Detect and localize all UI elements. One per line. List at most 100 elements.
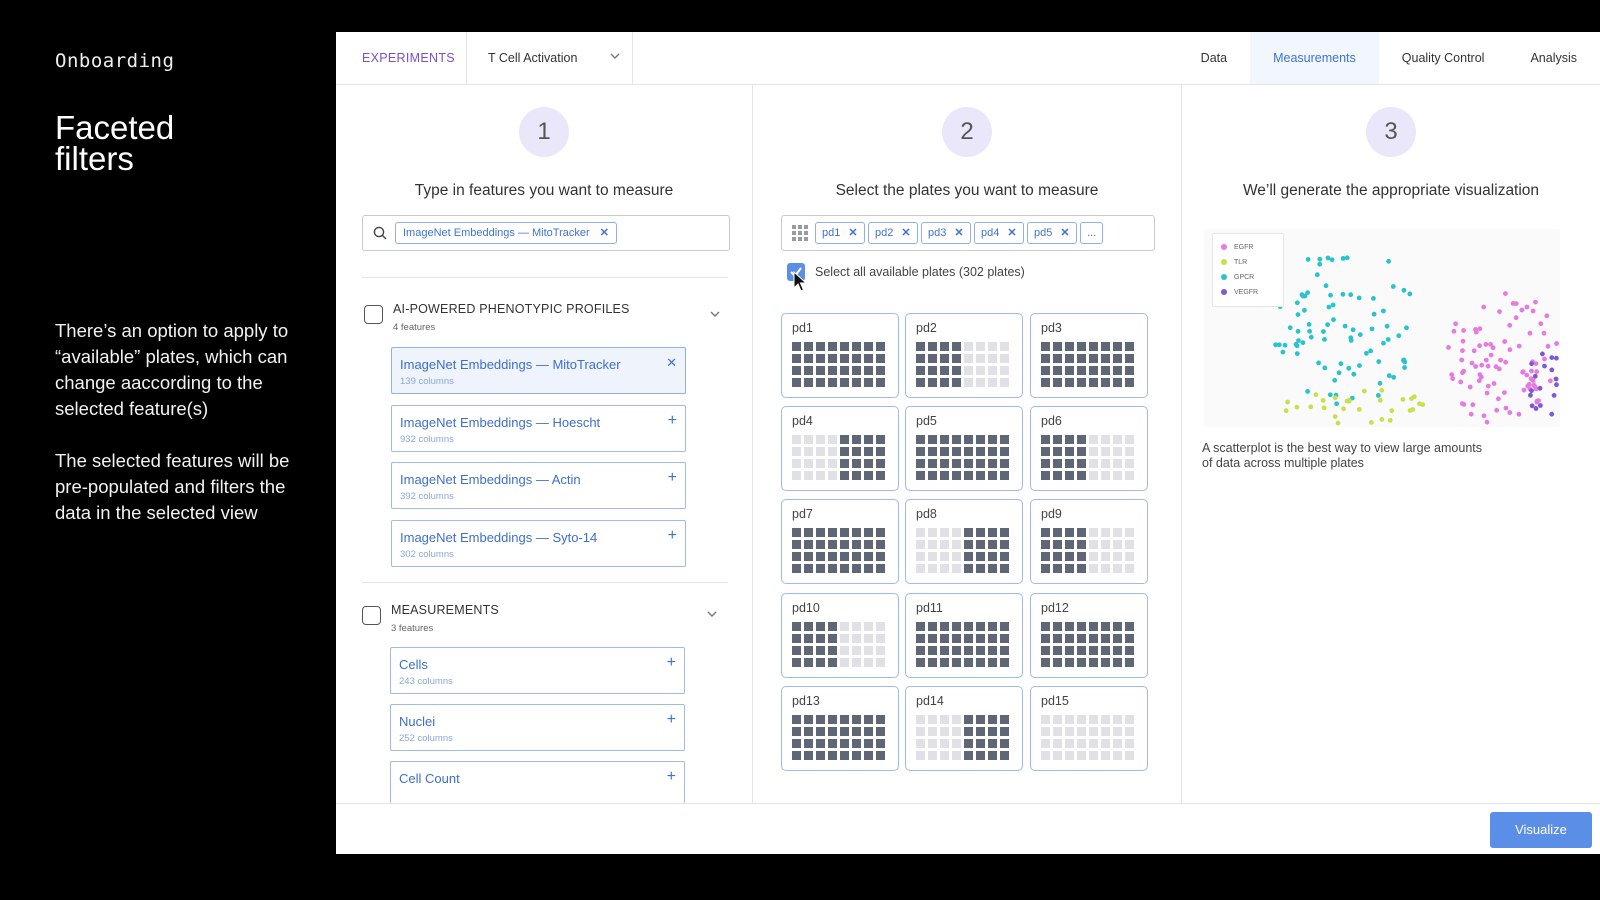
feature-item[interactable]: Cell Count + bbox=[390, 761, 685, 808]
plate-well bbox=[1113, 739, 1122, 748]
plate-well bbox=[1077, 564, 1086, 573]
plate-chip[interactable]: pd2 ✕ bbox=[868, 222, 918, 244]
plate-well bbox=[916, 447, 925, 456]
scatter-point bbox=[1341, 406, 1346, 412]
plate-well bbox=[864, 528, 873, 537]
plate-card-pd7[interactable]: pd7 bbox=[781, 499, 899, 584]
add-icon[interactable]: + bbox=[667, 711, 676, 729]
plate-well bbox=[876, 342, 885, 351]
feature-item[interactable]: Nuclei 252 columns + bbox=[390, 704, 685, 751]
plate-well bbox=[1077, 528, 1086, 537]
add-icon[interactable]: + bbox=[667, 768, 676, 786]
breadcrumb-experiments[interactable]: EXPERIMENTS bbox=[362, 32, 455, 84]
scatter-point bbox=[1377, 397, 1383, 403]
plate-card-pd14[interactable]: pd14 bbox=[905, 686, 1023, 771]
plate-chip[interactable]: pd3 ✕ bbox=[921, 222, 971, 244]
more-chips[interactable]: ... bbox=[1080, 222, 1104, 244]
plate-card-pd6[interactable]: pd6 bbox=[1030, 406, 1148, 491]
scatter-point bbox=[1325, 322, 1330, 328]
visualize-button[interactable]: Visualize bbox=[1490, 812, 1592, 848]
remove-icon[interactable]: ✕ bbox=[666, 355, 677, 371]
plate-wells bbox=[916, 528, 1009, 573]
plate-well bbox=[916, 459, 925, 468]
scatter-point bbox=[1313, 392, 1319, 398]
search-chip[interactable]: ImageNet Embeddings — MitoTracker ✕ bbox=[395, 222, 617, 244]
experiment-dropdown[interactable]: T Cell Activation bbox=[466, 32, 632, 84]
feature-item[interactable]: Cells 243 columns + bbox=[390, 647, 685, 694]
remove-chip-icon[interactable]: ✕ bbox=[600, 227, 609, 239]
feature-search-input[interactable]: ImageNet Embeddings — MitoTracker ✕ bbox=[362, 215, 730, 251]
scatter-point bbox=[1391, 374, 1397, 380]
plate-well bbox=[804, 727, 813, 736]
plate-card-pd15[interactable]: pd15 bbox=[1030, 686, 1148, 771]
remove-chip-icon[interactable]: ✕ bbox=[848, 227, 857, 239]
plate-card-pd5[interactable]: pd5 bbox=[905, 406, 1023, 491]
scatter-point bbox=[1386, 258, 1391, 264]
plate-card-pd12[interactable]: pd12 bbox=[1030, 593, 1148, 678]
plate-well bbox=[792, 540, 801, 549]
scatter-point bbox=[1538, 321, 1544, 327]
scatter-point bbox=[1491, 381, 1497, 386]
chevron-down-icon[interactable] bbox=[705, 607, 719, 621]
plate-well bbox=[840, 634, 849, 643]
tab-quality-control[interactable]: Quality Control bbox=[1379, 32, 1508, 84]
chevron-down-icon[interactable] bbox=[708, 307, 722, 321]
plate-well bbox=[1065, 435, 1074, 444]
plate-card-pd10[interactable]: pd10 bbox=[781, 593, 899, 678]
plate-chip[interactable]: pd1 ✕ bbox=[815, 222, 865, 244]
scatter-point bbox=[1477, 372, 1483, 377]
scatter-point bbox=[1410, 407, 1416, 412]
plate-well bbox=[852, 634, 861, 643]
scatter-point bbox=[1300, 340, 1306, 346]
plate-well bbox=[876, 751, 885, 760]
plate-well bbox=[1065, 459, 1074, 468]
feature-item[interactable]: ImageNet Embeddings — Actin 392 columns … bbox=[391, 462, 686, 509]
add-icon[interactable]: + bbox=[668, 469, 677, 487]
tab-measurements[interactable]: Measurements bbox=[1250, 32, 1379, 84]
plate-card-pd13[interactable]: pd13 bbox=[781, 686, 899, 771]
plate-chip[interactable]: pd5 ✕ bbox=[1027, 222, 1077, 244]
plate-well bbox=[804, 715, 813, 724]
plate-card-pd9[interactable]: pd9 bbox=[1030, 499, 1148, 584]
plate-card-pd3[interactable]: pd3 bbox=[1030, 313, 1148, 398]
plate-well bbox=[1041, 459, 1050, 468]
feature-item[interactable]: ImageNet Embeddings — MitoTracker 139 co… bbox=[391, 347, 686, 394]
plate-well bbox=[1000, 552, 1009, 561]
scatter-point bbox=[1407, 291, 1413, 297]
plate-well bbox=[1065, 658, 1074, 667]
remove-chip-icon[interactable]: ✕ bbox=[1060, 227, 1069, 239]
scatter-point bbox=[1460, 348, 1465, 353]
plate-well bbox=[816, 435, 825, 444]
add-icon[interactable]: + bbox=[668, 412, 677, 430]
scatter-point bbox=[1503, 359, 1508, 365]
plate-chip-label: pd2 bbox=[875, 227, 894, 239]
plate-card-pd11[interactable]: pd11 bbox=[905, 593, 1023, 678]
plate-well bbox=[1077, 727, 1086, 736]
remove-chip-icon[interactable]: ✕ bbox=[954, 227, 963, 239]
category-checkbox-ai-profiles[interactable] bbox=[364, 305, 383, 324]
category-checkbox-measurements[interactable] bbox=[362, 606, 381, 625]
feature-item[interactable]: ImageNet Embeddings — Hoescht 932 column… bbox=[391, 405, 686, 452]
remove-chip-icon[interactable]: ✕ bbox=[901, 227, 910, 239]
plate-well bbox=[828, 378, 837, 387]
plate-select-input[interactable]: pd1 ✕ pd2 ✕ pd3 ✕ pd4 ✕ pd5 ✕ ... bbox=[781, 215, 1155, 251]
plate-well bbox=[1000, 528, 1009, 537]
plate-well bbox=[1065, 564, 1074, 573]
add-icon[interactable]: + bbox=[668, 527, 677, 545]
plate-card-pd8[interactable]: pd8 bbox=[905, 499, 1023, 584]
scatter-point bbox=[1329, 257, 1335, 263]
remove-chip-icon[interactable]: ✕ bbox=[1007, 227, 1016, 239]
tab-analysis[interactable]: Analysis bbox=[1507, 32, 1600, 84]
add-icon[interactable]: + bbox=[667, 654, 676, 672]
feature-name: ImageNet Embeddings — MitoTracker bbox=[400, 357, 621, 372]
plate-card-pd2[interactable]: pd2 bbox=[905, 313, 1023, 398]
scatter-point bbox=[1357, 332, 1363, 338]
tab-data[interactable]: Data bbox=[1178, 32, 1250, 84]
scatter-point bbox=[1342, 323, 1348, 329]
plate-card-pd1[interactable]: pd1 bbox=[781, 313, 899, 398]
plate-chip[interactable]: pd4 ✕ bbox=[974, 222, 1024, 244]
feature-item[interactable]: ImageNet Embeddings — Syto-14 302 column… bbox=[391, 520, 686, 567]
scatter-point bbox=[1473, 364, 1478, 369]
chevron-down-icon bbox=[610, 53, 620, 59]
plate-card-pd4[interactable]: pd4 bbox=[781, 406, 899, 491]
